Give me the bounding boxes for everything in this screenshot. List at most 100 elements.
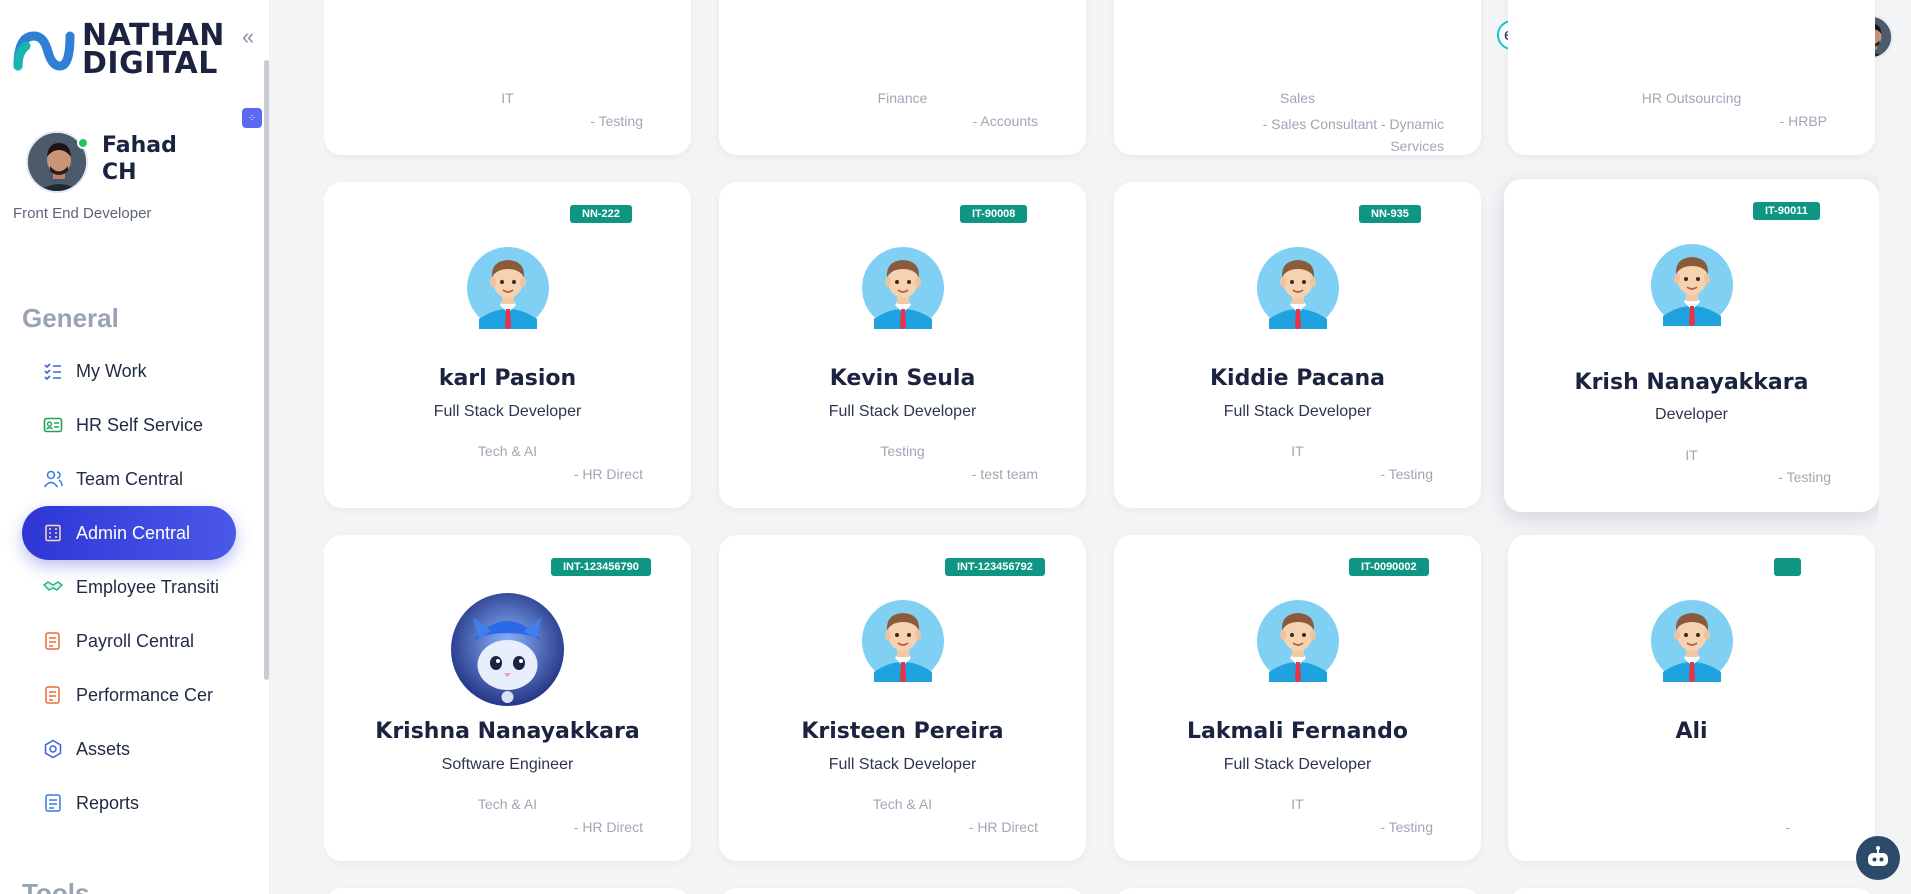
employee-card[interactable]: Sales - Sales Consultant - Dynamic Servi… [1114, 0, 1481, 155]
card-department: IT [1291, 796, 1304, 812]
brand-text: NATHAN DIGITAL [82, 21, 225, 81]
employee-name: Krishna Nanayakkara [375, 719, 640, 744]
employee-name: Lakmali Fernando [1187, 719, 1408, 744]
sidebar-item-label: My Work [76, 360, 147, 381]
employee-code-badge: IT-0090002 [1349, 558, 1429, 576]
card-department: Tech & AI [477, 443, 538, 459]
sidebar-item-admin-central[interactable]: Admin Central [22, 506, 236, 560]
sidebar-item-my-work[interactable]: My Work [22, 344, 252, 398]
sidebar-item-label: Reports [76, 792, 140, 813]
avatar-icon [1257, 247, 1339, 329]
avatar-icon [862, 247, 944, 329]
building-icon [42, 522, 64, 544]
employee-designation: Full Stack Developer [433, 403, 582, 420]
employee-card[interactable]: NN-222 karl Pasion Full Stack Developer … [324, 182, 691, 508]
document-icon [42, 684, 64, 706]
employee-card[interactable]: Finance - Accounts [719, 0, 1086, 155]
online-status-icon [77, 137, 89, 149]
handshake-icon [42, 576, 64, 598]
employee-designation: Full Stack Developer [828, 756, 977, 773]
cat-avatar-icon [451, 593, 564, 706]
team-icon [42, 468, 64, 490]
checklist-icon [42, 360, 64, 382]
sidebar-item-label: Employee Transiti [76, 576, 220, 597]
card-department: Testing [880, 443, 925, 459]
employee-card[interactable] [1508, 888, 1875, 894]
employee-card[interactable] [1114, 888, 1481, 894]
sidebar-item-label: Assets [76, 738, 131, 759]
chatbot-icon[interactable] [1856, 836, 1900, 880]
card-department: Sales [1279, 90, 1316, 106]
sidebar-item-performance-central[interactable]: Performance Cer [22, 668, 252, 722]
report-icon [42, 792, 64, 814]
card-team: - Testing [1380, 466, 1433, 482]
employee-code-badge: NN-222 [570, 205, 632, 223]
card-team: - HR Direct [573, 819, 643, 835]
sidebar-item-reports[interactable]: Reports [22, 776, 252, 830]
dice-icon[interactable]: ⁘ [242, 108, 262, 128]
brand-line2: DIGITAL [82, 46, 218, 81]
card-department: Tech & AI [477, 796, 538, 812]
employee-code-badge: INT-123456790 [551, 558, 651, 576]
employee-name: Kevin Seula [829, 366, 976, 391]
brand-logo[interactable]: NATHAN DIGITAL [12, 21, 225, 81]
sidebar-item-label: Payroll Central [76, 630, 195, 651]
employee-card[interactable]: INT-123456790 Krishna Nanayakkara Softwa… [324, 535, 691, 861]
employee-designation: Software Engineer [441, 756, 574, 773]
section-title-general: General [22, 303, 119, 333]
section-title-tools: Tools [22, 878, 90, 894]
card-team: - Testing [1380, 819, 1433, 835]
sidebar-item-label: HR Self Service [76, 414, 204, 435]
avatar-icon [1257, 600, 1339, 682]
employee-name: Krish Nanayakkara [1574, 370, 1809, 395]
sidebar-item-payroll-central[interactable]: Payroll Central [22, 614, 252, 668]
employee-card[interactable] [719, 888, 1086, 894]
employee-card[interactable]: IT-90011 Krish Nanayakkara Developer IT … [1504, 179, 1879, 512]
employee-code-badge: INT-123456792 [945, 558, 1045, 576]
employee-card[interactable] [324, 888, 691, 894]
employee-card[interactable]: Ali - [1508, 535, 1875, 861]
employee-name: Kiddie Pacana [1210, 366, 1385, 391]
sidebar-item-employee-transitions[interactable]: Employee Transiti [22, 560, 252, 614]
user-name: Fahad CH [102, 133, 177, 185]
avatar-icon [862, 600, 944, 682]
card-department: Tech & AI [872, 796, 933, 812]
logo-mark-icon [13, 31, 75, 71]
employee-code-badge: IT-90008 [960, 205, 1028, 223]
sidebar-item-label: Performance Cer [76, 684, 214, 705]
sidebar-item-hr-self-service[interactable]: HR Self Service [22, 398, 252, 452]
card-team: - [1785, 819, 1790, 835]
collapse-sidebar-icon[interactable]: « [242, 24, 254, 50]
employee-card[interactable]: IT - Testing [324, 0, 691, 155]
employee-card[interactable]: NN-935 Kiddie Pacana Full Stack Develope… [1114, 182, 1481, 508]
card-team: - Sales Consultant - Dynamic Services [1262, 116, 1444, 154]
employee-card[interactable]: IT-0090002 Lakmali Fernando Full Stack D… [1114, 535, 1481, 861]
sidebar-item-label: Admin Central [76, 522, 191, 543]
card-department: IT [501, 90, 514, 106]
card-department: HR Outsourcing [1641, 90, 1742, 106]
sidebar-nav: My Work HR Self Service Team Central Adm… [22, 344, 252, 830]
employee-card[interactable]: IT-90008 Kevin Seula Full Stack Develope… [719, 182, 1086, 508]
employee-name: Kristeen Pereira [801, 719, 1004, 744]
employee-code-badge: IT-90011 [1753, 202, 1820, 220]
card-department: IT [1291, 443, 1304, 459]
card-team: - Testing [590, 113, 643, 129]
card-department: Finance [877, 90, 928, 106]
hexagon-icon [42, 738, 64, 760]
card-team: - Accounts [972, 113, 1038, 129]
card-team: - HR Direct [968, 819, 1038, 835]
sidebar-scrollbar[interactable] [264, 60, 269, 680]
sidebar: NATHAN DIGITAL « ⁘ Fahad CH Front End De… [0, 0, 270, 894]
avatar-icon [467, 247, 549, 329]
sidebar-item-team-central[interactable]: Team Central [22, 452, 252, 506]
user-role: Front End Developer [13, 205, 152, 222]
avatar-icon [1651, 600, 1733, 682]
card-team: - HRBP [1779, 113, 1827, 129]
employee-card[interactable]: HR Outsourcing - HRBP [1508, 0, 1875, 155]
employee-name: Ali [1675, 719, 1708, 744]
card-team: - Testing [1778, 469, 1831, 485]
avatar-icon [1651, 244, 1733, 326]
sidebar-item-assets[interactable]: Assets [22, 722, 252, 776]
employee-code-badge: NN-935 [1359, 205, 1421, 223]
employee-card[interactable]: INT-123456792 Kristeen Pereira Full Stac… [719, 535, 1086, 861]
